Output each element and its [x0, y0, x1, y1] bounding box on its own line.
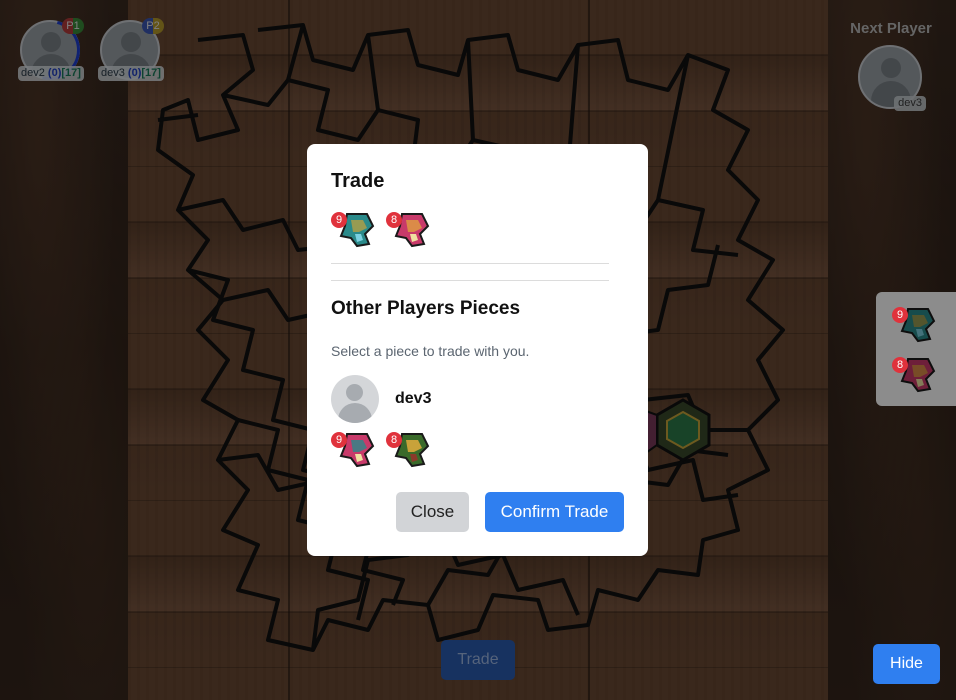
avatar: [331, 375, 379, 423]
trade-modal: Trade 9 8 Other Players Pieces Select a …: [307, 144, 648, 556]
piece-count-badge: 9: [892, 307, 908, 323]
modal-scroll-body[interactable]: 9 8 Other Players Pieces Select a piece …: [331, 210, 625, 468]
divider: [331, 263, 609, 264]
modal-title: Trade: [331, 170, 385, 192]
divider: [331, 280, 609, 281]
confirm-trade-button[interactable]: Confirm Trade: [485, 492, 624, 532]
their-piece-pink[interactable]: 9: [331, 432, 375, 468]
close-button[interactable]: Close: [396, 492, 469, 532]
piece-count-badge: 8: [892, 357, 908, 373]
piece-count-badge: 9: [331, 212, 347, 228]
hide-button[interactable]: Hide: [873, 644, 940, 684]
other-players-subtitle: Select a piece to trade with you.: [331, 343, 530, 359]
my-piece-pink[interactable]: 8: [386, 212, 430, 252]
their-piece-green-gold[interactable]: 8: [386, 432, 430, 468]
piece-count-badge: 9: [331, 432, 347, 448]
piece-count-badge: 8: [386, 212, 402, 228]
other-player-name: dev3: [395, 390, 432, 407]
piece-count-badge: 8: [386, 432, 402, 448]
my-piece-teal[interactable]: 9: [331, 212, 375, 252]
other-players-heading: Other Players Pieces: [331, 298, 521, 319]
